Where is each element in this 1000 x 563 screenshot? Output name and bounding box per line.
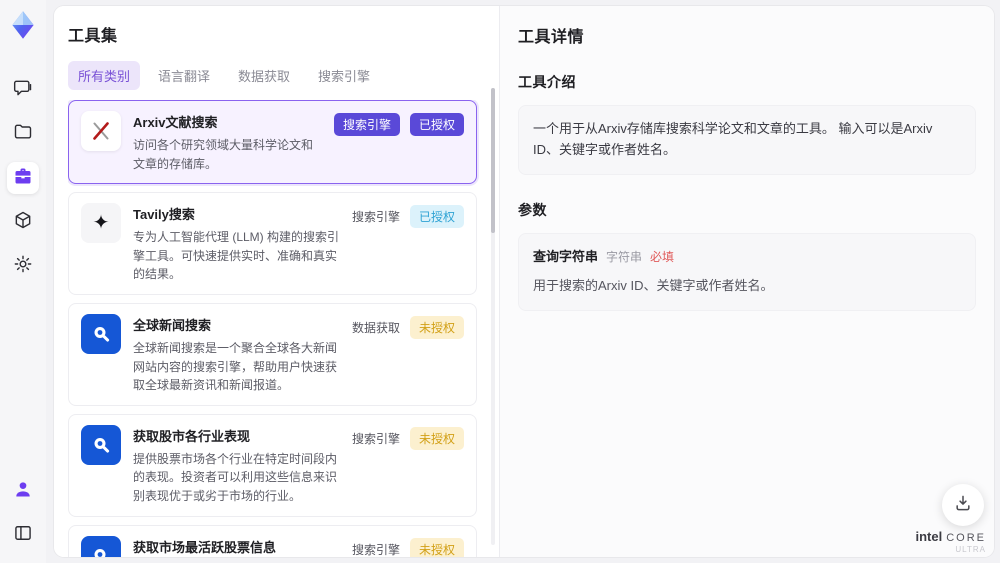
tool-detail-panel: 工具详情 工具介绍 一个用于从Arxiv存储库搜索科学论文和文章的工具。 输入可…: [500, 6, 994, 557]
search-icon: [81, 313, 121, 354]
auth-status-badge: 已授权: [409, 205, 464, 229]
category-label: 搜索引擎: [351, 210, 400, 225]
sidebar-bottom: [7, 475, 39, 551]
tool-intro-box: 一个用于从Arxiv存储库搜索科学论文和文章的工具。 输入可以是Arxiv ID…: [518, 105, 976, 175]
category-label: 搜索引擎: [351, 431, 400, 446]
tool-description: 全球新闻搜索是一个聚合全球各大新闻网站内容的搜索引擎，帮助用户快速获取全球最新资…: [133, 340, 338, 393]
folder-icon: [13, 122, 33, 147]
tab-language-translation[interactable]: 语言翻译: [148, 61, 220, 90]
tool-description: 专为人工智能代理 (LLM) 构建的搜索引擎工具。可快速提供实时、准确和真实的结…: [133, 230, 340, 282]
page-title: 工具集: [68, 28, 118, 45]
sidebar-nav: [7, 74, 39, 282]
package-icon: [13, 210, 33, 235]
download-icon: [953, 493, 973, 518]
tool-list: Arxiv文献搜索 访问各个研究领域大量科学论文和文章的存储库。 搜索引擎 已授…: [68, 100, 485, 557]
sidebar-item-files[interactable]: [7, 118, 39, 150]
gear-icon: [13, 254, 33, 279]
arxiv-logo-icon: [81, 111, 121, 151]
list-scrollbar-thumb[interactable]: [491, 88, 495, 233]
chat-icon: [13, 78, 33, 103]
download-button[interactable]: [942, 484, 984, 526]
auth-status-badge: 未授权: [409, 315, 464, 339]
tool-card-sector-performance[interactable]: 获取股市各行业表现 提供股票市场各个行业在特定时间段内的表现。投资者可以利用这些…: [68, 413, 477, 517]
tool-title: Arxiv文献搜索: [133, 115, 218, 130]
core-brand-text: core: [946, 531, 986, 544]
sparkle-icon: ✦: [81, 203, 121, 244]
intel-core-logo: intel core Ultra: [915, 528, 986, 555]
intel-brand-text: intel: [915, 528, 943, 544]
param-box: 查询字符串 字符串 必填 用于搜索的Arxiv ID、关键字或作者姓名。: [518, 232, 976, 312]
tool-title: Tavily搜索: [133, 207, 195, 223]
sidebar-item-toolbox[interactable]: [7, 162, 39, 194]
tab-all-categories[interactable]: 所有类别: [68, 61, 141, 90]
tool-title: 获取股市各行业表现: [133, 428, 251, 444]
params-section-title: 参数: [518, 201, 547, 218]
tool-card-arxiv[interactable]: Arxiv文献搜索 访问各个研究领域大量科学论文和文章的存储库。 搜索引擎 已授…: [68, 100, 477, 185]
category-label: 数据获取: [351, 320, 400, 335]
param-type: 字符串: [606, 249, 643, 264]
app-logo: [8, 10, 38, 40]
category-tabs: 所有类别 语言翻译 数据获取 搜索引擎: [68, 61, 485, 90]
search-icon: [81, 535, 121, 557]
category-badge: 搜索引擎: [333, 113, 400, 136]
auth-status-badge: 未授权: [409, 537, 464, 557]
intro-section-title: 工具介绍: [518, 74, 576, 90]
tool-title: 全球新闻搜索: [133, 317, 212, 333]
main-content: 工具集 所有类别 语言翻译 数据获取 搜索引擎 Arxiv文献搜索 访问各个研究…: [54, 6, 994, 557]
sidebar-item-chat[interactable]: [7, 74, 39, 106]
panel-toggle-icon: [13, 523, 33, 548]
auth-status-badge: 未授权: [409, 426, 464, 450]
sidebar-item-account[interactable]: [7, 475, 39, 507]
tool-card-global-news[interactable]: 全球新闻搜索 全球新闻搜索是一个聚合全球各大新闻网站内容的搜索引擎，帮助用户快速…: [68, 302, 477, 406]
param-required-flag: 必填: [650, 249, 675, 264]
detail-title: 工具详情: [518, 29, 585, 46]
tool-list-panel: 工具集 所有类别 语言翻译 数据获取 搜索引擎 Arxiv文献搜索 访问各个研究…: [54, 6, 500, 557]
tool-title: 获取市场最活跃股票信息: [133, 539, 277, 555]
tool-description: 访问各个研究领域大量科学论文和文章的存储库。: [133, 138, 314, 171]
tab-search-engine[interactable]: 搜索引擎: [308, 61, 380, 90]
sidebar-item-models[interactable]: [7, 206, 39, 238]
list-scrollbar-track: [491, 88, 495, 545]
sidebar-item-panel-toggle[interactable]: [7, 519, 39, 551]
auth-status-badge: 已授权: [409, 113, 464, 136]
tool-card-tavily[interactable]: ✦ Tavily搜索 专为人工智能代理 (LLM) 构建的搜索引擎工具。可快速提…: [68, 192, 477, 295]
sidebar: [0, 0, 46, 563]
param-description: 用于搜索的Arxiv ID、关键字或作者姓名。: [533, 278, 774, 294]
tool-description: 提供股票市场各个行业在特定时间段内的表现。投资者可以利用这些信息来识别表现优于或…: [133, 451, 338, 503]
param-name: 查询字符串: [533, 248, 599, 264]
category-label: 搜索引擎: [351, 542, 400, 557]
toolbox-icon: [13, 166, 33, 191]
search-icon: [81, 424, 121, 465]
tool-card-active-stocks[interactable]: 获取市场最活跃股票信息 提供当天交易量最高的股票列表，投资者可以利用这些信息来识…: [68, 524, 477, 557]
tab-data-fetching[interactable]: 数据获取: [228, 61, 300, 90]
sidebar-item-settings[interactable]: [7, 250, 39, 282]
ultra-brand-text: Ultra: [955, 545, 986, 555]
user-icon: [13, 479, 33, 504]
